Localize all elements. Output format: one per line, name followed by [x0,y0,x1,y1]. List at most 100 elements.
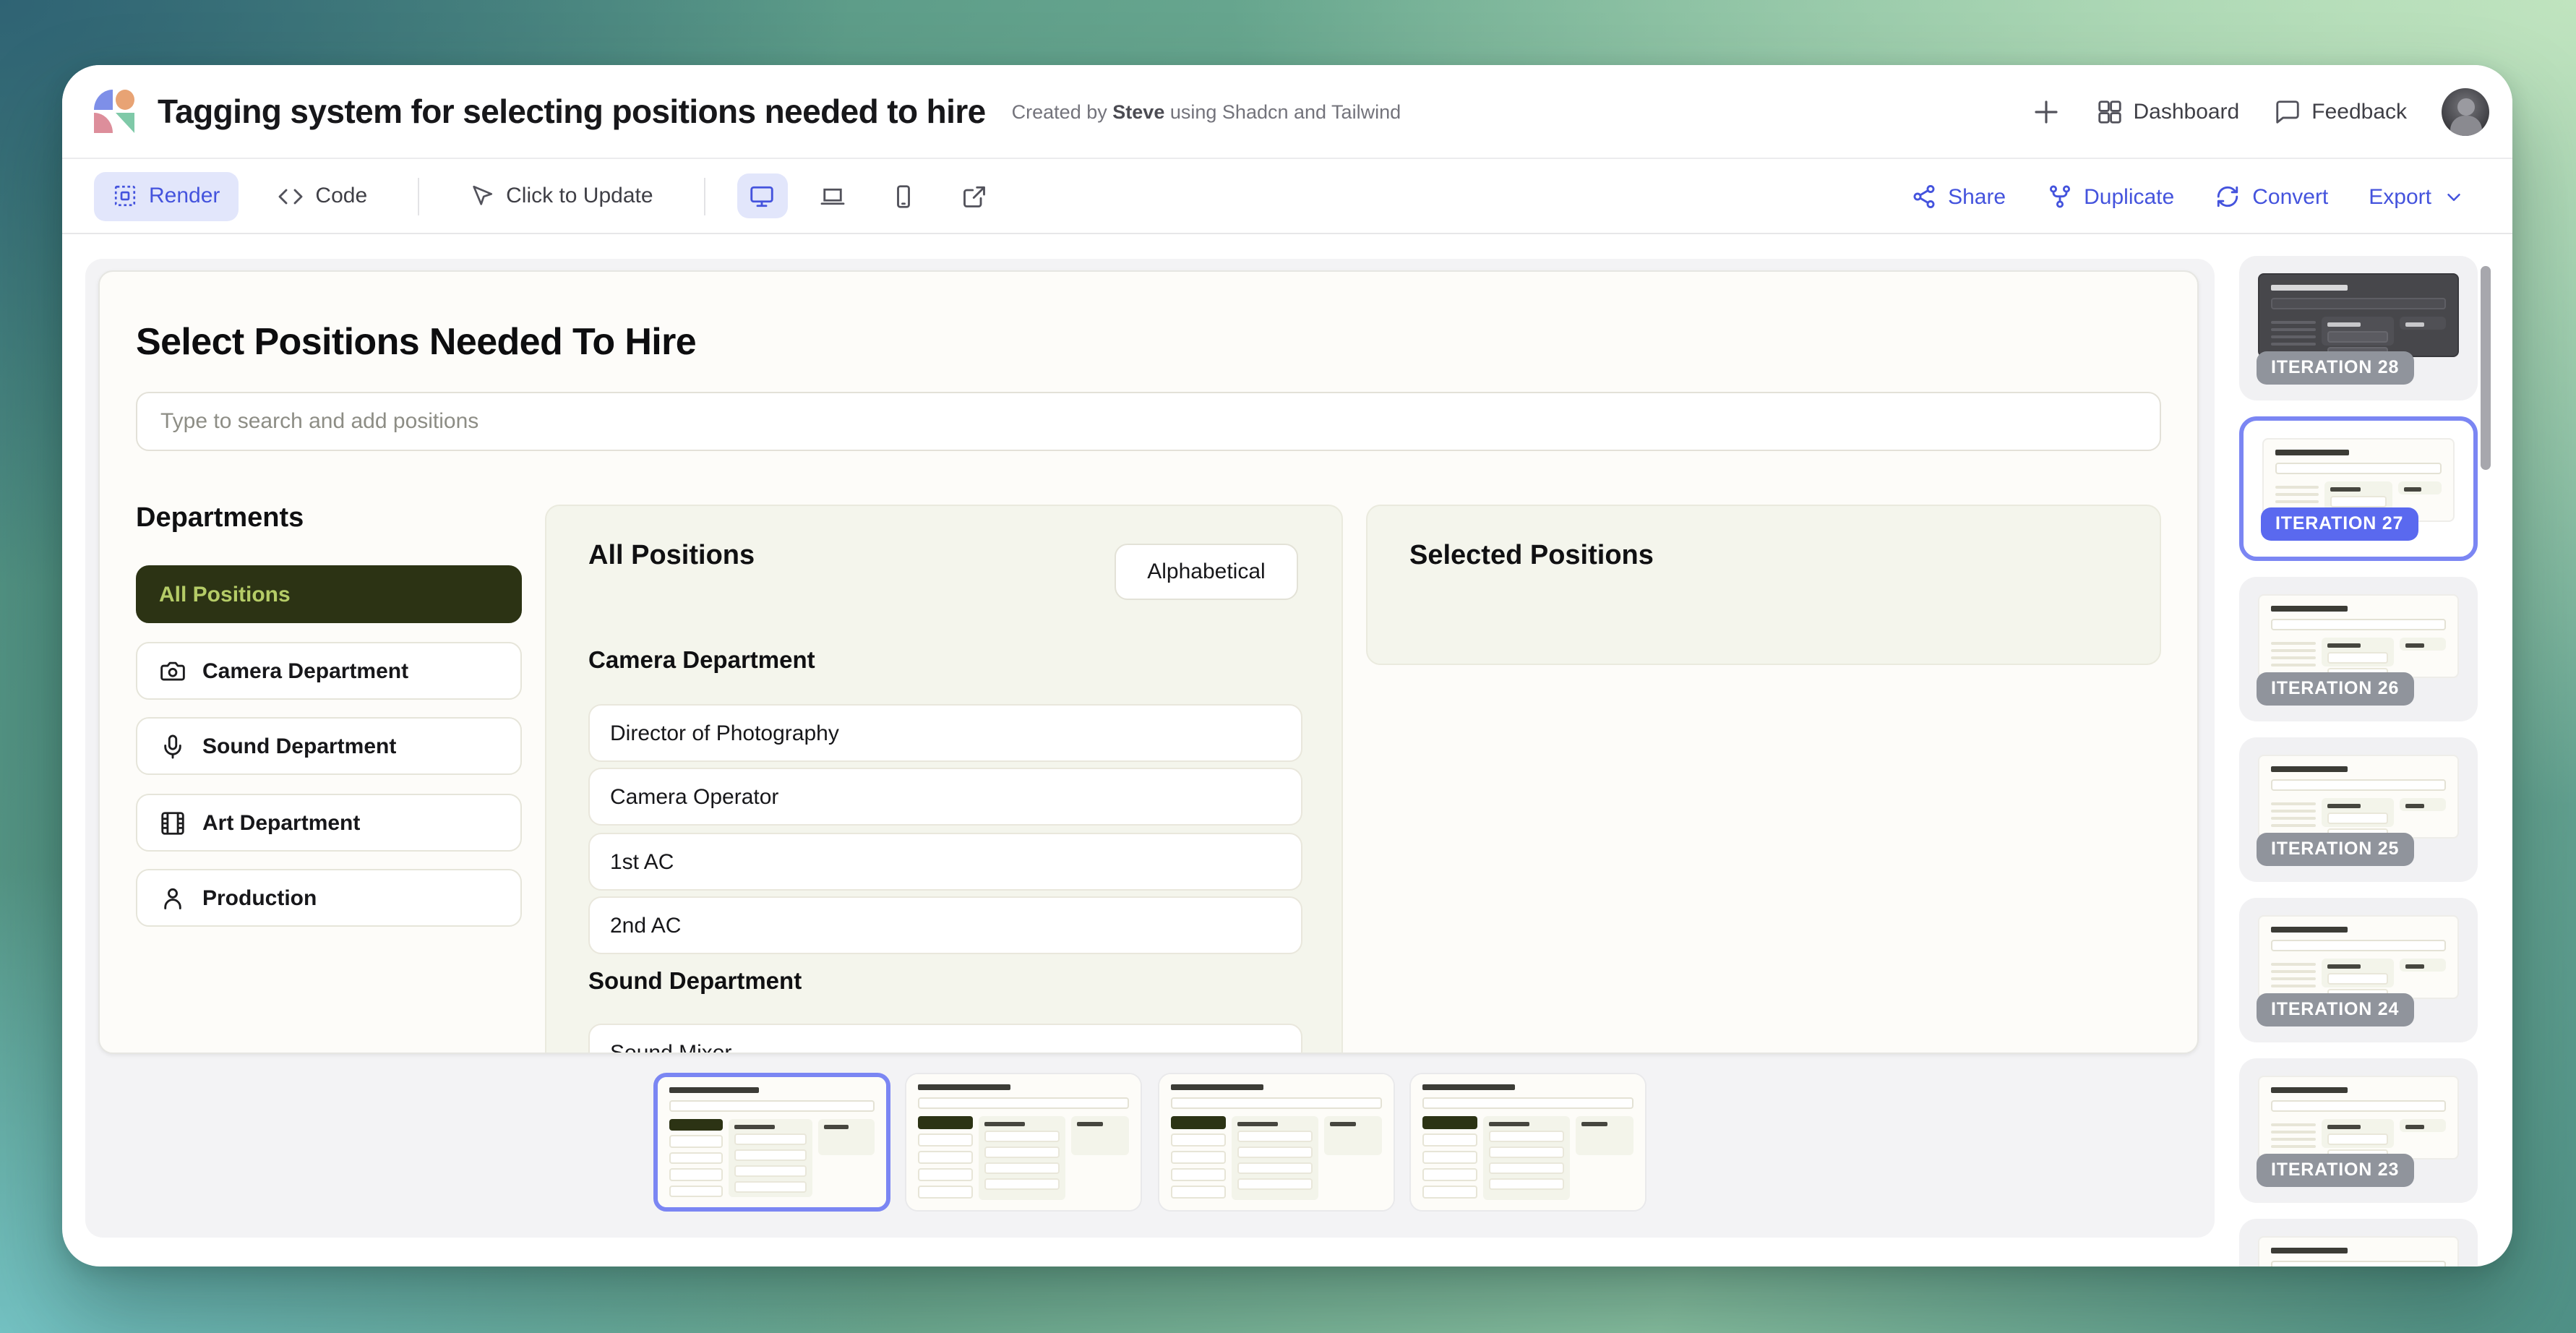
all-positions-heading: All Positions [588,541,755,573]
page-title: Tagging system for selecting positions n… [158,92,986,131]
department-label: Production [202,886,317,910]
created-by-name: Steve [1112,100,1164,122]
refresh-icon [2215,184,2241,210]
laptop-icon [820,183,846,209]
camera-icon [159,657,186,685]
click-to-update-label: Click to Update [506,184,653,208]
iteration-mini-preview [2258,1236,2459,1266]
preview-thumbnail-2[interactable] [905,1073,1142,1212]
thumbnail-mini-preview [906,1074,1141,1210]
iteration-card-25[interactable]: ITERATION 25 [2239,737,2478,882]
iterations-scrollbar[interactable] [2481,266,2491,470]
position-item[interactable]: 2nd AC [588,896,1302,954]
message-icon [2274,98,2301,126]
monitor-icon [750,183,776,209]
positions-search-input[interactable] [136,392,2161,451]
selected-positions-panel: Selected Positions [1366,505,2161,665]
header-actions: Dashboard Feedback [2030,65,2489,159]
plus-icon [2030,97,2061,127]
toolbar-divider [704,177,705,215]
chevron-down-icon [2443,186,2465,207]
department-camera-button[interactable]: Camera Department [136,642,522,700]
iteration-card-partial[interactable] [2239,1219,2478,1266]
export-label: Export [2369,184,2431,209]
render-label: Render [149,184,220,208]
preview-thumbnail-3[interactable] [1158,1073,1395,1212]
header: Tagging system for selecting positions n… [62,65,2512,159]
mobile-view-button[interactable] [879,173,929,218]
user-avatar[interactable] [2442,88,2489,136]
iteration-badge: ITERATION 26 [2257,672,2413,706]
all-positions-panel: All Positions Alphabetical Camera Depart… [545,505,1343,1054]
iteration-badge: ITERATION 23 [2257,1154,2413,1187]
group-heading-sound: Sound Department [588,969,802,996]
app-logo-icon [94,90,134,133]
position-item[interactable]: Sound Mixer [588,1024,1302,1054]
position-item[interactable]: 1st AC [588,833,1302,891]
iteration-badge: ITERATION 28 [2257,351,2413,385]
laptop-view-button[interactable] [808,173,859,218]
code-tab[interactable]: Code [259,171,386,220]
person-icon [159,884,186,912]
iteration-mini-preview [2258,594,2459,678]
microphone-icon [159,732,186,760]
feedback-label: Feedback [2311,100,2407,124]
preview-workspace: Select Positions Needed To Hire Departme… [85,259,2215,1238]
thumbnail-mini-preview [658,1077,886,1207]
open-external-icon [962,183,988,209]
iteration-card-23[interactable]: ITERATION 23 [2239,1058,2478,1203]
export-button[interactable]: Export [2369,184,2465,209]
feedback-button[interactable]: Feedback [2274,98,2407,126]
thumbnail-mini-preview [1411,1074,1645,1210]
open-preview-button[interactable] [950,173,1000,218]
preview-thumbnail-4[interactable] [1409,1073,1647,1212]
duplicate-button[interactable]: Duplicate [2046,184,2174,210]
alphabetical-sort-button[interactable]: Alphabetical [1115,544,1298,600]
iteration-card-27[interactable]: ITERATION 27 [2239,416,2478,561]
grid-icon [2095,98,2123,126]
code-icon [278,183,304,209]
convert-button[interactable]: Convert [2215,184,2328,210]
toolbar-right: Share Duplicate Convert Export [1910,159,2465,234]
app-heading: Select Positions Needed To Hire [136,320,696,364]
created-by-suffix: using Shadcn and Tailwind [1170,100,1401,122]
iteration-mini-preview [2258,915,2459,999]
duplicate-label: Duplicate [2084,184,2174,209]
convert-label: Convert [2252,184,2328,209]
iteration-card-24[interactable]: ITERATION 24 [2239,898,2478,1042]
click-to-update-button[interactable]: Click to Update [451,171,671,220]
department-art-button[interactable]: Art Department [136,794,522,852]
cursor-icon [470,184,494,208]
department-label: All Positions [159,582,291,607]
department-label: Sound Department [202,734,396,758]
toolbar-divider [418,177,419,215]
dashboard-button[interactable]: Dashboard [2095,98,2239,126]
departments-heading: Departments [136,503,304,535]
iteration-badge: ITERATION 25 [2257,833,2413,866]
selected-positions-heading: Selected Positions [1409,541,1654,573]
group-heading-camera: Camera Department [588,648,815,675]
preview-thumbnail-1[interactable] [653,1073,890,1212]
department-sound-button[interactable]: Sound Department [136,717,522,775]
share-button[interactable]: Share [1910,184,2006,210]
share-icon [1910,184,1936,210]
department-label: Art Department [202,810,360,835]
code-label: Code [315,184,367,208]
film-icon [159,809,186,836]
department-all-positions-button[interactable]: All Positions [136,565,522,623]
smartphone-icon [891,183,917,209]
created-by-prefix: Created by [1012,100,1107,122]
position-item[interactable]: Director of Photography [588,704,1302,762]
iteration-card-28[interactable]: ITERATION 28 [2239,256,2478,400]
iteration-mini-preview [2258,1076,2459,1160]
new-project-button[interactable] [2030,97,2061,127]
app-window: Tagging system for selecting positions n… [62,65,2512,1266]
position-item[interactable]: Camera Operator [588,768,1302,826]
department-production-button[interactable]: Production [136,869,522,927]
render-tab[interactable]: Render [94,171,239,220]
created-by-text: Created by Steve using Shadcn and Tailwi… [1012,100,1401,122]
desktop-view-button[interactable] [737,173,788,218]
iteration-card-26[interactable]: ITERATION 26 [2239,577,2478,721]
render-icon [113,184,137,208]
iteration-badge: ITERATION 27 [2261,507,2418,541]
